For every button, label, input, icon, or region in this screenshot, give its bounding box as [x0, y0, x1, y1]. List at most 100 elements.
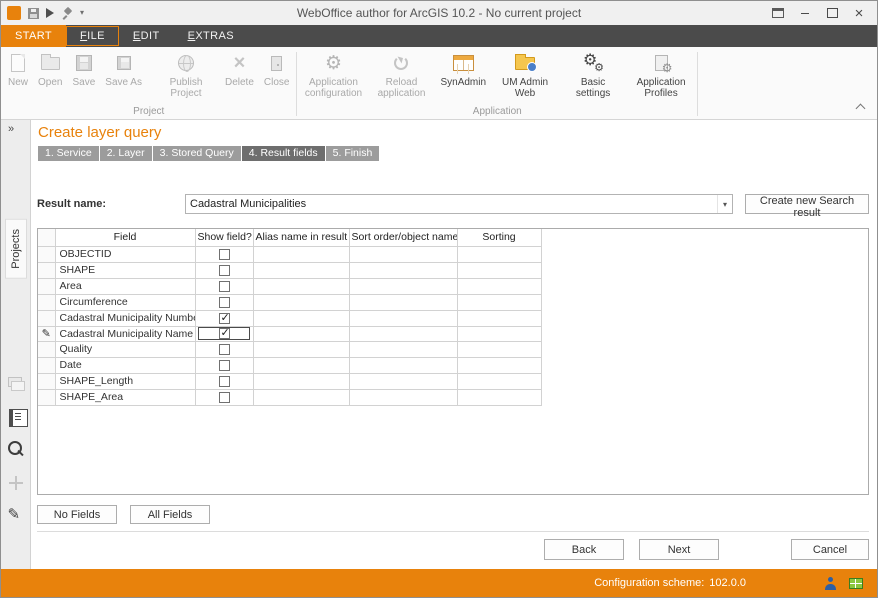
show-field-checkbox[interactable] — [219, 249, 230, 260]
sort-order-cell[interactable] — [349, 278, 457, 294]
synadmin-button[interactable]: SynAdmin — [435, 50, 491, 88]
show-field-checkbox[interactable] — [219, 392, 230, 403]
wizard-step-finish[interactable]: 5. Finish — [326, 146, 380, 161]
sort-order-cell[interactable] — [349, 373, 457, 389]
field-name-cell[interactable]: SHAPE_Area — [55, 389, 195, 405]
row-selector-cell[interactable] — [38, 373, 55, 389]
open-button[interactable]: Open — [33, 50, 67, 88]
field-name-cell[interactable]: Cadastral Municipality Name — [55, 326, 195, 341]
all-fields-button[interactable]: All Fields — [130, 505, 210, 524]
sorting-cell[interactable] — [457, 246, 541, 262]
menu-tab-edit[interactable]: EDIT — [119, 25, 174, 47]
show-field-checkbox[interactable] — [219, 313, 230, 324]
alias-cell[interactable] — [253, 326, 349, 341]
field-name-cell[interactable]: Date — [55, 357, 195, 373]
alias-cell[interactable] — [253, 341, 349, 357]
result-name-input[interactable] — [186, 195, 717, 213]
sort-order-cell[interactable] — [349, 262, 457, 278]
connection-status-icon[interactable] — [849, 578, 863, 589]
sorting-cell[interactable] — [457, 326, 541, 341]
legend-panel-icon[interactable] — [5, 406, 27, 428]
publish-project-button[interactable]: Publish Project — [152, 50, 220, 99]
sorting-cell[interactable] — [457, 373, 541, 389]
field-name-cell[interactable]: SHAPE_Length — [55, 373, 195, 389]
show-field-checkbox[interactable] — [219, 360, 230, 371]
um-admin-web-button[interactable]: UM Admin Web — [491, 50, 559, 99]
next-button[interactable]: Next — [639, 539, 719, 560]
wizard-step-result-fields[interactable]: 4. Result fields — [242, 146, 325, 161]
cancel-button[interactable]: Cancel — [791, 539, 869, 560]
field-name-cell[interactable]: Cadastral Municipality Number — [55, 310, 195, 326]
reload-application-button[interactable]: Reload application — [367, 50, 435, 99]
field-name-cell[interactable]: Circumference — [55, 294, 195, 310]
create-new-search-result-button[interactable]: Create new Search result — [745, 194, 869, 214]
row-selector-cell[interactable] — [38, 326, 55, 341]
row-selector-cell[interactable] — [38, 341, 55, 357]
alias-cell[interactable] — [253, 357, 349, 373]
minimize-icon[interactable] — [793, 4, 817, 22]
maximize-icon[interactable] — [820, 4, 844, 22]
menu-tab-file[interactable]: FILE — [66, 26, 119, 46]
projects-vertical-tab[interactable]: Projects — [5, 219, 27, 279]
user-status-icon[interactable] — [824, 577, 837, 590]
new-button[interactable]: New — [3, 50, 33, 88]
sorting-cell[interactable] — [457, 278, 541, 294]
field-name-cell[interactable]: OBJECTID — [55, 246, 195, 262]
alias-cell[interactable] — [253, 262, 349, 278]
wizard-step-service[interactable]: 1. Service — [38, 146, 99, 161]
chevron-down-icon[interactable]: ▾ — [717, 195, 732, 213]
ribbon-options-icon[interactable] — [766, 4, 790, 22]
show-field-checkbox[interactable] — [219, 328, 230, 339]
show-field-checkbox[interactable] — [219, 265, 230, 276]
field-name-cell[interactable]: Area — [55, 278, 195, 294]
row-selector-cell[interactable] — [38, 310, 55, 326]
alias-cell[interactable] — [253, 373, 349, 389]
row-selector-cell[interactable] — [38, 278, 55, 294]
basic-settings-button[interactable]: Basic settings — [559, 50, 627, 99]
wizard-step-layer[interactable]: 2. Layer — [100, 146, 152, 161]
quick-save-icon[interactable] — [28, 8, 39, 19]
show-field-checkbox[interactable] — [219, 376, 230, 387]
row-selector-cell[interactable] — [38, 262, 55, 278]
layers-panel-icon[interactable] — [5, 373, 27, 395]
sorting-cell[interactable] — [457, 341, 541, 357]
pin-icon[interactable] — [61, 7, 73, 20]
close-project-button[interactable]: Close — [259, 50, 295, 88]
sort-order-cell[interactable] — [349, 310, 457, 326]
alias-cell[interactable] — [253, 389, 349, 405]
close-window-icon[interactable] — [847, 4, 871, 22]
field-name-cell[interactable]: Quality — [55, 341, 195, 357]
alias-cell[interactable] — [253, 294, 349, 310]
alias-cell[interactable] — [253, 310, 349, 326]
sorting-cell[interactable] — [457, 310, 541, 326]
row-selector-cell[interactable] — [38, 357, 55, 373]
show-field-checkbox[interactable] — [219, 281, 230, 292]
application-profiles-button[interactable]: Application Profiles — [627, 50, 695, 99]
row-selector-cell[interactable] — [38, 246, 55, 262]
expand-sidebar-button[interactable]: » — [1, 120, 14, 135]
menu-tab-start[interactable]: START — [1, 25, 66, 47]
search-panel-icon[interactable] — [5, 439, 27, 461]
alias-cell[interactable] — [253, 246, 349, 262]
delete-button[interactable]: Delete — [220, 50, 259, 88]
show-field-checkbox[interactable] — [219, 344, 230, 355]
edit-panel-icon[interactable] — [5, 505, 27, 527]
row-selector-cell[interactable] — [38, 294, 55, 310]
sort-order-cell[interactable] — [349, 389, 457, 405]
back-button[interactable]: Back — [544, 539, 624, 560]
sort-order-cell[interactable] — [349, 246, 457, 262]
sort-order-cell[interactable] — [349, 341, 457, 357]
sorting-cell[interactable] — [457, 389, 541, 405]
sorting-cell[interactable] — [457, 357, 541, 373]
wizard-step-stored-query[interactable]: 3. Stored Query — [153, 146, 241, 161]
show-field-checkbox[interactable] — [219, 297, 230, 308]
sort-order-cell[interactable] — [349, 294, 457, 310]
sort-order-cell[interactable] — [349, 357, 457, 373]
sorting-cell[interactable] — [457, 294, 541, 310]
pan-panel-icon[interactable] — [5, 472, 27, 494]
qat-dropdown-icon[interactable]: ▾ — [80, 9, 84, 17]
no-fields-button[interactable]: No Fields — [37, 505, 117, 524]
alias-cell[interactable] — [253, 278, 349, 294]
app-logo-icon[interactable] — [7, 6, 21, 20]
menu-tab-extras[interactable]: EXTRAS — [174, 25, 248, 47]
